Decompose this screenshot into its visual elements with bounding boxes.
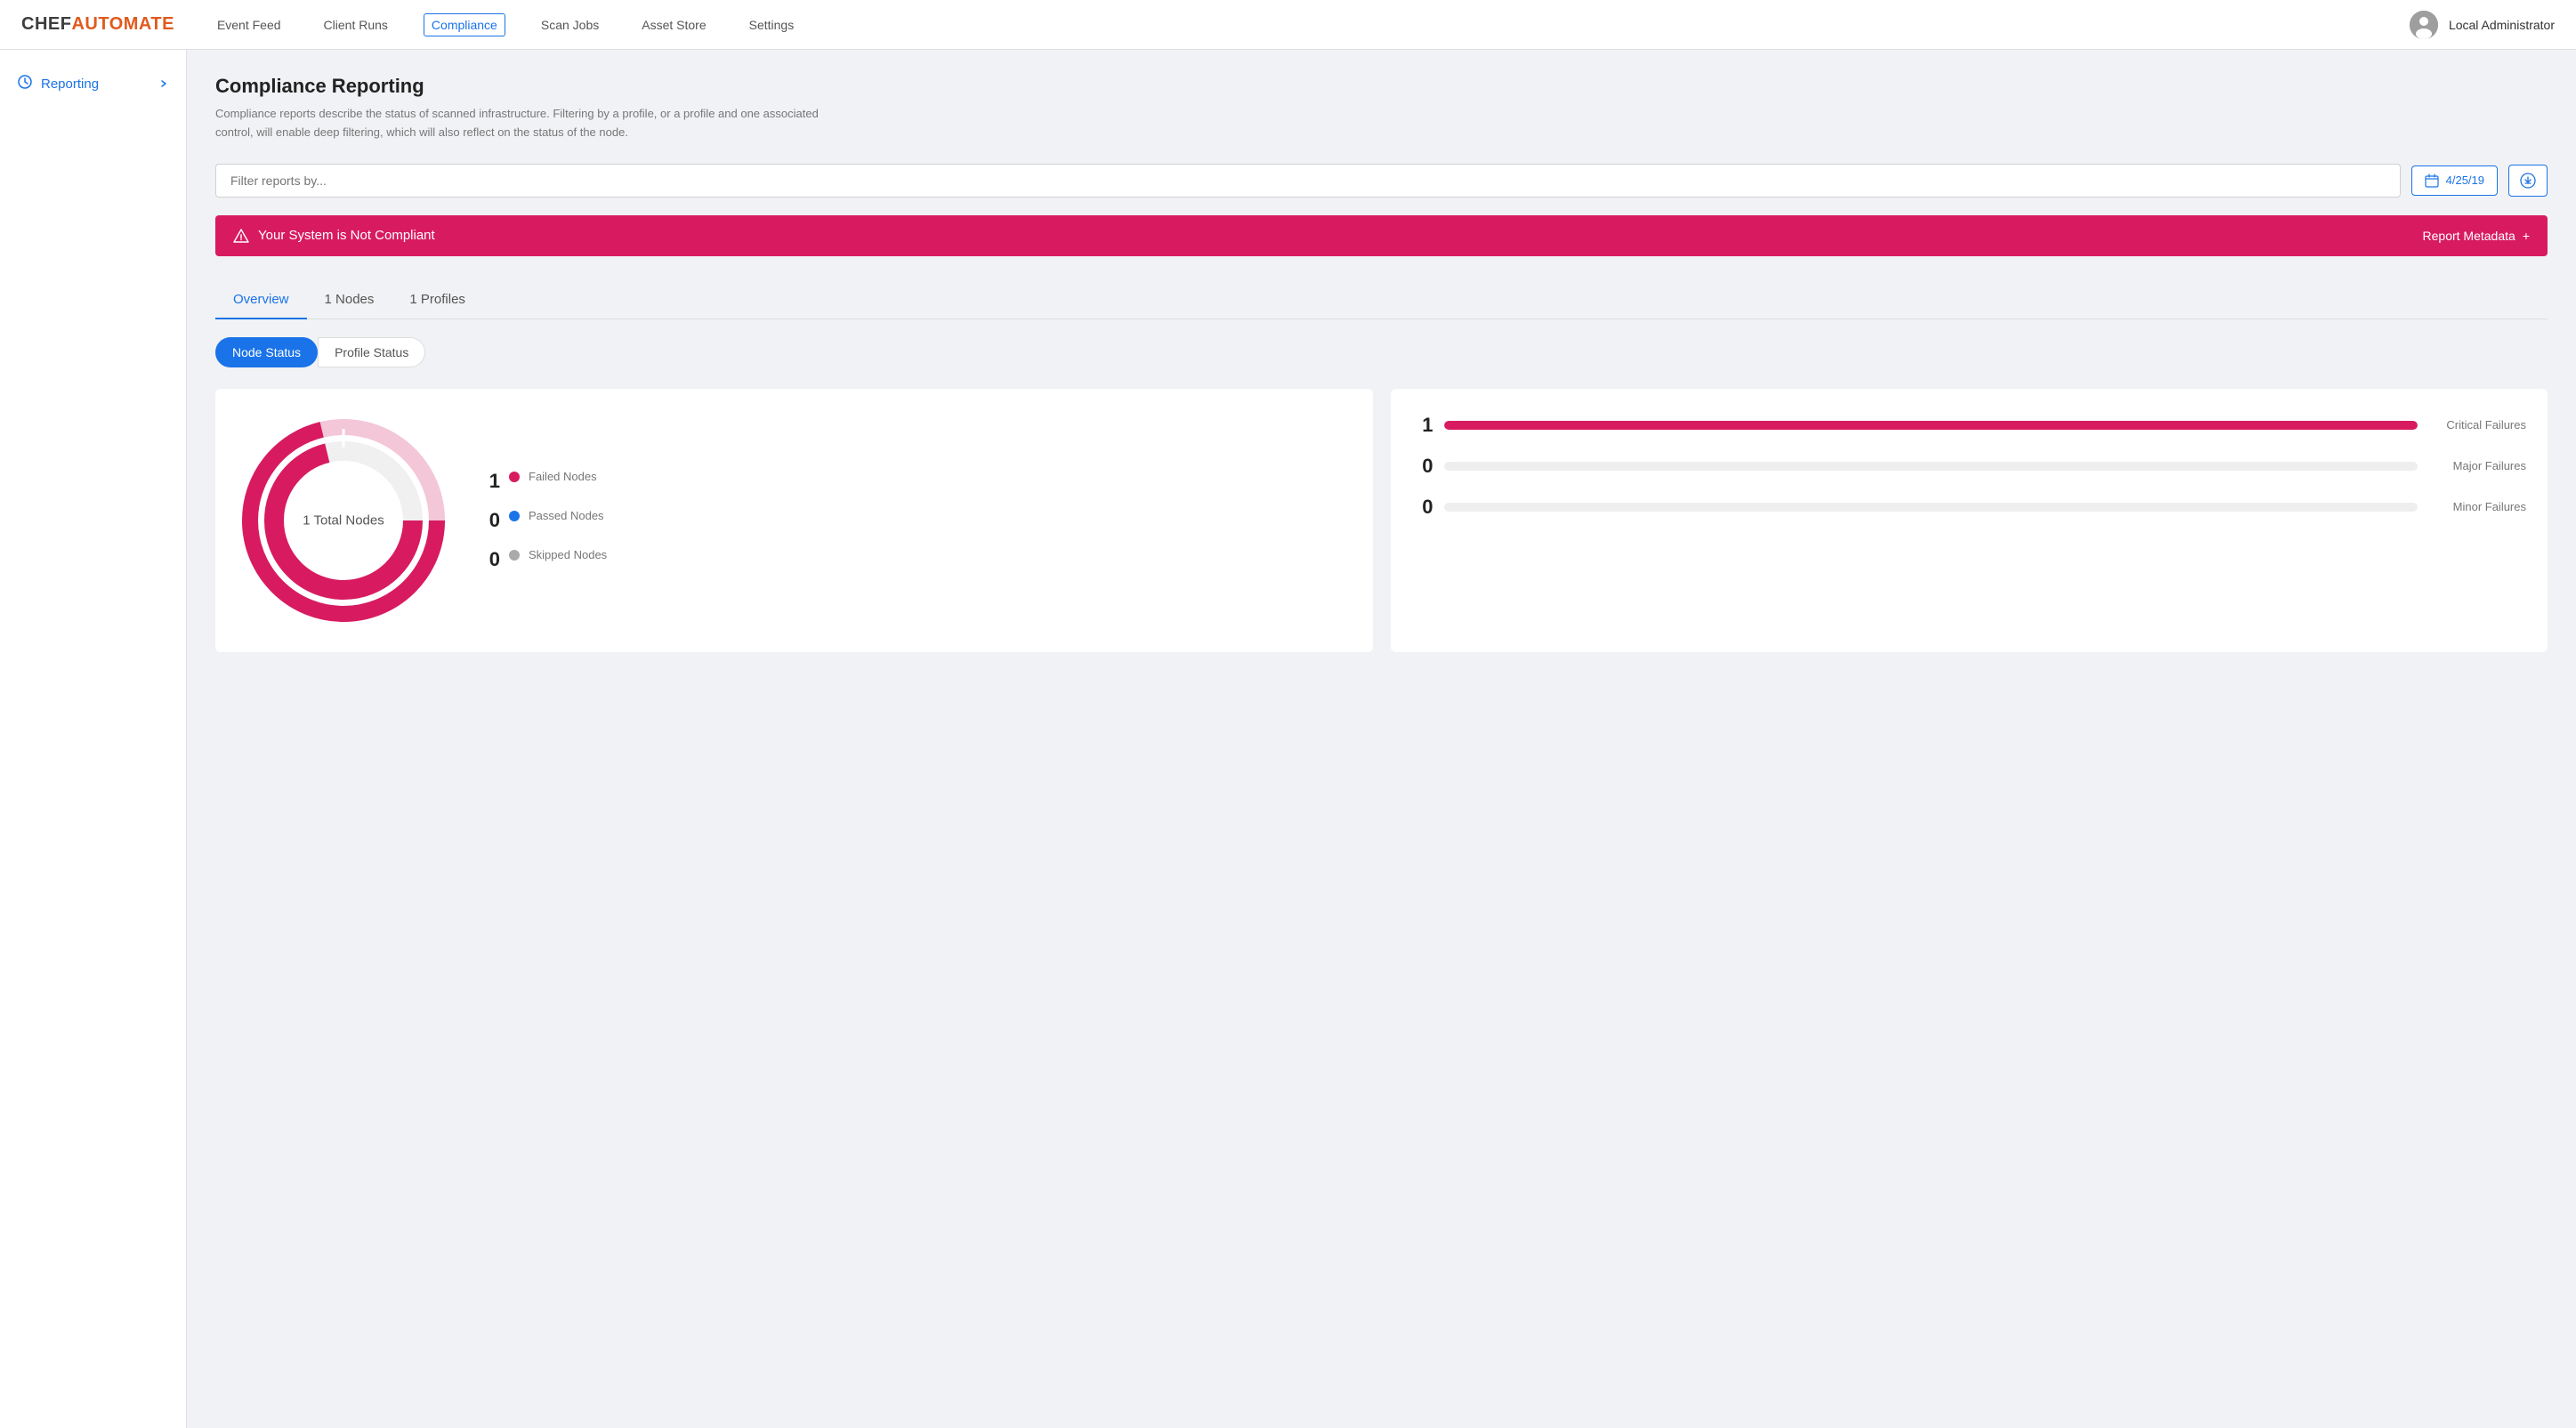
major-label: Major Failures — [2428, 459, 2526, 472]
page-title: Compliance Reporting — [215, 75, 2548, 98]
tab-nodes[interactable]: 1 Nodes — [307, 281, 392, 319]
donut-chart: 1 Total Nodes — [237, 414, 450, 627]
skipped-count: 0 — [479, 548, 500, 571]
bar-major: 0 Major Failures — [1412, 455, 2527, 478]
nav-event-feed[interactable]: Event Feed — [210, 14, 288, 36]
app-layout: Reporting Compliance Reporting Complianc… — [0, 50, 2576, 1428]
major-bar-track — [1444, 462, 2419, 471]
reporting-icon — [18, 75, 32, 93]
nav-links: Event Feed Client Runs Compliance Scan J… — [210, 13, 2410, 36]
critical-bar-track — [1444, 421, 2419, 430]
download-icon — [2520, 173, 2536, 189]
calendar-icon — [2425, 173, 2439, 188]
sidebar-arrow-icon — [159, 77, 168, 92]
bar-minor: 0 Minor Failures — [1412, 496, 2527, 519]
date-label: 4/25/19 — [2446, 173, 2484, 187]
failed-dot — [509, 472, 520, 482]
donut-legend: 1 Failed Nodes 0 Passed Nodes — [479, 470, 607, 571]
banner-left: Your System is Not Compliant — [233, 228, 435, 244]
toggle-node-status[interactable]: Node Status — [215, 337, 318, 367]
report-metadata-label: Report Metadata — [2423, 229, 2515, 243]
bar-critical: 1 Critical Failures — [1412, 414, 2527, 437]
minor-bar-track — [1444, 503, 2419, 512]
nav-settings[interactable]: Settings — [742, 14, 802, 36]
donut-chart-card: 1 Total Nodes 1 Failed Nodes 0 — [215, 389, 1373, 652]
passed-label: Passed Nodes — [529, 509, 604, 522]
user-avatar — [2410, 11, 2438, 39]
nav-asset-store[interactable]: Asset Store — [634, 14, 713, 36]
page-desc: Compliance reports describe the status o… — [215, 105, 838, 142]
skipped-dot — [509, 550, 520, 561]
report-metadata-button[interactable]: Report Metadata + — [2423, 229, 2530, 243]
sidebar-reporting-label: Reporting — [41, 77, 99, 92]
bar-chart-card: 1 Critical Failures 0 Major Failures — [1391, 389, 2548, 652]
nav-client-runs[interactable]: Client Runs — [317, 14, 395, 36]
charts-row: 1 Total Nodes 1 Failed Nodes 0 — [215, 389, 2548, 652]
failed-count: 1 — [479, 470, 500, 493]
toggle-profile-status[interactable]: Profile Status — [318, 337, 425, 367]
nav-scan-jobs[interactable]: Scan Jobs — [534, 14, 606, 36]
date-picker-button[interactable]: 4/25/19 — [2411, 165, 2498, 196]
logo-automate: AUTOMATE — [71, 14, 174, 35]
warning-icon — [233, 228, 249, 244]
nav-compliance[interactable]: Compliance — [424, 13, 505, 36]
logo-chef: CHEF — [21, 14, 71, 35]
main-content: Compliance Reporting Compliance reports … — [187, 50, 2576, 1428]
compliance-banner: Your System is Not Compliant Report Meta… — [215, 215, 2548, 256]
critical-label: Critical Failures — [2428, 418, 2526, 432]
minor-label: Minor Failures — [2428, 500, 2526, 513]
download-button[interactable] — [2508, 165, 2548, 197]
banner-message: Your System is Not Compliant — [258, 228, 435, 243]
filter-input[interactable] — [215, 164, 2401, 198]
tab-profiles[interactable]: 1 Profiles — [392, 281, 483, 319]
critical-count: 1 — [1422, 414, 1433, 436]
report-metadata-plus: + — [2523, 229, 2530, 243]
passed-dot — [509, 511, 520, 521]
top-nav: CHEFAUTOMATE Event Feed Client Runs Comp… — [0, 0, 2576, 50]
sidebar: Reporting — [0, 50, 187, 1428]
donut-center-label: 1 Total Nodes — [303, 512, 384, 528]
filter-bar: 4/25/19 — [215, 164, 2548, 198]
logo: CHEFAUTOMATE — [21, 14, 174, 35]
minor-count: 0 — [1422, 496, 1433, 518]
legend-skipped-nodes: 0 Skipped Nodes — [479, 548, 607, 571]
user-name: Local Administrator — [2449, 18, 2555, 32]
legend-failed-nodes: 1 Failed Nodes — [479, 470, 607, 493]
passed-count: 0 — [479, 509, 500, 532]
tabs: Overview 1 Nodes 1 Profiles — [215, 281, 2548, 319]
toggle-group: Node Status Profile Status — [215, 337, 2548, 367]
legend-passed-nodes: 0 Passed Nodes — [479, 509, 607, 532]
skipped-label: Skipped Nodes — [529, 548, 607, 561]
nav-right: Local Administrator — [2410, 11, 2555, 39]
failed-label: Failed Nodes — [529, 470, 597, 483]
tab-overview[interactable]: Overview — [215, 281, 307, 319]
sidebar-item-reporting[interactable]: Reporting — [0, 64, 186, 103]
critical-bar-fill — [1444, 421, 2419, 430]
major-count: 0 — [1422, 455, 1433, 477]
